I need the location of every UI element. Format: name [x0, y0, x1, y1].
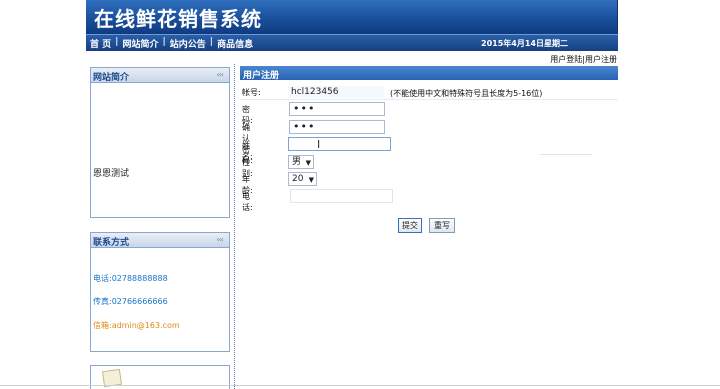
nav-site-intro[interactable]: 网站简介 — [122, 37, 158, 50]
phone-input[interactable] — [290, 189, 393, 203]
current-date: 2015年4月14日星期二 — [481, 39, 568, 48]
dropdown-caret-icon: ▼ — [308, 176, 314, 184]
password-input[interactable]: ••• — [289, 102, 385, 116]
site-intro-title: 网站简介 — [93, 73, 130, 83]
contact-email: 信箱:admin@163.com — [93, 321, 180, 330]
site-intro-header: 网站简介 ‹‹‹ — [91, 68, 229, 83]
contact-title: 联系方式 — [93, 238, 130, 248]
row-divider — [540, 154, 592, 155]
nav-announcements[interactable]: 站内公告 — [170, 37, 206, 50]
page: 在线鲜花销售系统 首 页 | 网站简介 | 站内公告 | 商品信息 2015年4… — [0, 0, 720, 389]
main-navbar: 首 页 | 网站简介 | 站内公告 | 商品信息 2015年4月14日星期二 — [86, 34, 618, 51]
name-input[interactable] — [288, 137, 391, 151]
nav-separator: | — [115, 37, 119, 47]
collapse-arrows-icon[interactable]: ‹‹‹ — [216, 70, 224, 79]
age-select-value: 20 — [292, 174, 304, 184]
register-form-header: 用户注册 — [240, 66, 618, 81]
contact-fax: 传真:02766666666 — [93, 297, 168, 306]
contact-panel: 联系方式 ‹‹‹ 电话:02788888888 传真:02766666666 信… — [90, 232, 230, 352]
nav-separator: | — [209, 37, 214, 47]
account-row: 帐号: hcl123456 (不能使用中文和特殊符号且长度为5-16位) — [240, 84, 618, 100]
dropdown-caret-icon: ▼ — [305, 159, 311, 167]
age-select[interactable]: 20 ▼ — [288, 172, 317, 186]
phone-label: 电话: — [242, 192, 253, 212]
gender-select-value: 男 — [292, 157, 302, 167]
user-login-link[interactable]: 用户登陆 — [550, 55, 582, 64]
site-intro-text: 恩恩测试 — [93, 169, 130, 179]
account-hint: (不能使用中文和特殊符号且长度为5-16位) — [390, 89, 543, 98]
contact-phone: 电话:02788888888 — [93, 274, 168, 283]
user-links: 用户登陆|用户注册 — [550, 54, 617, 65]
column-divider — [234, 64, 235, 389]
register-form-title: 用户注册 — [243, 71, 280, 81]
gender-select[interactable]: 男 ▼ — [288, 155, 314, 169]
user-register-link[interactable]: 用户注册 — [585, 55, 617, 64]
contact-header: 联系方式 ‹‹‹ — [91, 233, 229, 248]
account-label: 帐号: — [242, 88, 261, 97]
confirm-password-input[interactable]: ••• — [289, 120, 385, 134]
reset-button[interactable]: 重写 — [429, 218, 455, 233]
site-intro-panel: 网站简介 ‹‹‹ 恩恩测试 — [90, 67, 230, 218]
site-title: 在线鲜花销售系统 — [94, 7, 262, 31]
text-cursor-icon: I — [317, 138, 321, 151]
page-bottom-border — [0, 385, 720, 386]
nav-home[interactable]: 首 页 — [90, 37, 111, 50]
submit-button[interactable]: 提交 — [398, 218, 422, 233]
collapse-arrows-icon[interactable]: ‹‹‹ — [216, 235, 224, 244]
account-input[interactable]: hcl123456 — [287, 85, 385, 99]
nav-products[interactable]: 商品信息 — [217, 37, 253, 50]
nav-separator: | — [162, 37, 166, 47]
site-banner: 在线鲜花销售系统 — [86, 0, 618, 34]
